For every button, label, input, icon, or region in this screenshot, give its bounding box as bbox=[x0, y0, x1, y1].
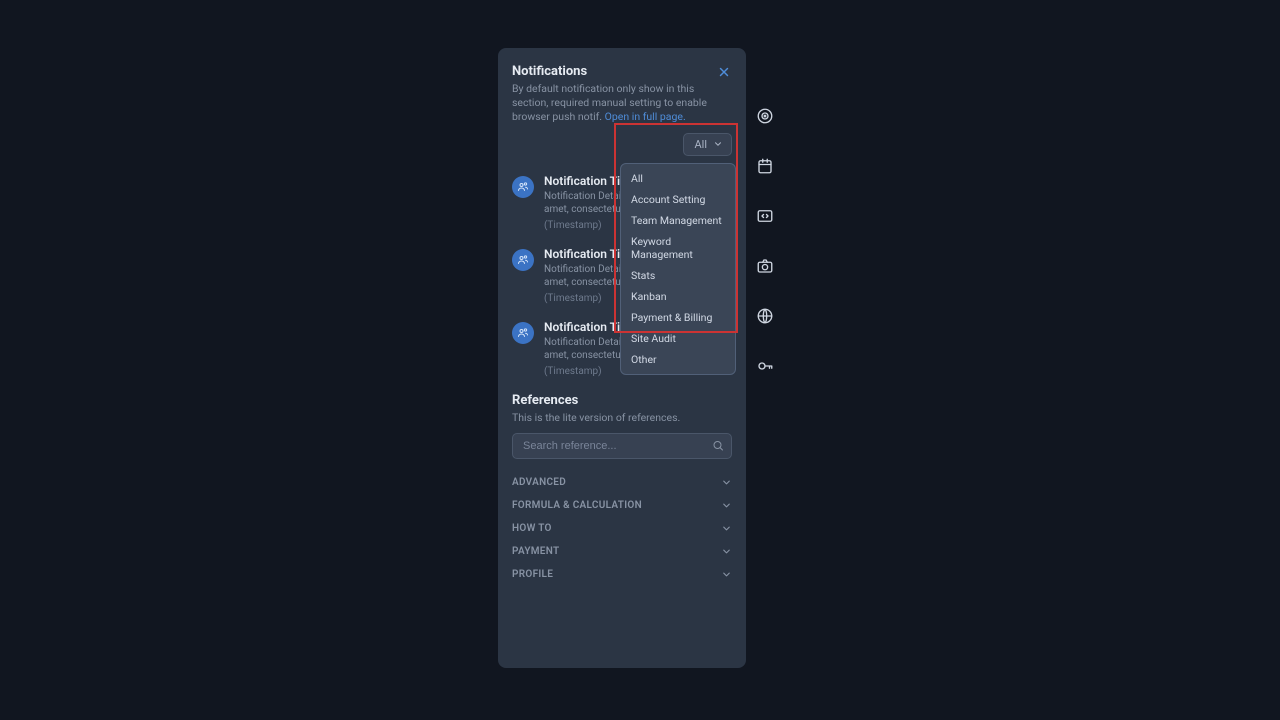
side-panel: Notifications By default notification on… bbox=[498, 48, 746, 668]
reference-categories: ADVANCED FORMULA & CALCULATION HOW TO PA… bbox=[512, 471, 732, 586]
reference-category[interactable]: PROFILE bbox=[512, 563, 732, 586]
dropdown-item[interactable]: All bbox=[621, 168, 735, 189]
filter-dropdown: AllAccount SettingTeam ManagementKeyword… bbox=[620, 163, 736, 375]
chevron-down-icon bbox=[721, 500, 732, 511]
chevron-down-icon bbox=[721, 477, 732, 488]
icon-rail bbox=[748, 48, 782, 380]
close-icon bbox=[717, 65, 731, 79]
dropdown-item[interactable]: Site Audit bbox=[621, 328, 735, 349]
notifications-description: By default notification only show in thi… bbox=[512, 82, 732, 125]
open-full-page-link[interactable]: Open in full page. bbox=[605, 110, 686, 123]
dropdown-item[interactable]: Payment & Billing bbox=[621, 307, 735, 328]
references-heading: References bbox=[512, 393, 732, 408]
chevron-down-icon bbox=[713, 139, 723, 149]
reference-category-label: PROFILE bbox=[512, 569, 553, 580]
target-button[interactable] bbox=[751, 102, 779, 130]
filter-button[interactable]: All bbox=[683, 133, 732, 156]
globe-button[interactable] bbox=[751, 302, 779, 330]
close-button[interactable] bbox=[714, 62, 734, 82]
chevron-down-icon bbox=[721, 569, 732, 580]
reference-category-label: ADVANCED bbox=[512, 477, 566, 488]
calendar-icon bbox=[756, 157, 774, 175]
reference-category[interactable]: PAYMENT bbox=[512, 540, 732, 563]
chevron-down-icon bbox=[721, 546, 732, 557]
user-icon bbox=[517, 327, 529, 339]
target-icon bbox=[756, 107, 774, 125]
reference-category[interactable]: HOW TO bbox=[512, 517, 732, 540]
code-icon bbox=[756, 207, 774, 225]
reference-category[interactable]: ADVANCED bbox=[512, 471, 732, 494]
camera-icon bbox=[756, 257, 774, 275]
avatar bbox=[512, 249, 534, 271]
dropdown-item[interactable]: Keyword Management bbox=[621, 231, 735, 265]
reference-category-label: FORMULA & CALCULATION bbox=[512, 500, 642, 511]
chevron-down-icon bbox=[721, 523, 732, 534]
globe-icon bbox=[756, 307, 774, 325]
notifications-heading: Notifications bbox=[512, 64, 732, 79]
dropdown-item[interactable]: Account Setting bbox=[621, 189, 735, 210]
key-icon bbox=[756, 357, 774, 375]
avatar bbox=[512, 176, 534, 198]
key-button[interactable] bbox=[751, 352, 779, 380]
dropdown-item[interactable]: Kanban bbox=[621, 286, 735, 307]
user-icon bbox=[517, 181, 529, 193]
calendar-button[interactable] bbox=[751, 152, 779, 180]
code-button[interactable] bbox=[751, 202, 779, 230]
search-input[interactable] bbox=[512, 433, 732, 459]
avatar bbox=[512, 322, 534, 344]
user-icon bbox=[517, 254, 529, 266]
camera-button[interactable] bbox=[751, 252, 779, 280]
references-description: This is the lite version of references. bbox=[512, 411, 732, 425]
reference-category-label: PAYMENT bbox=[512, 546, 559, 557]
reference-category-label: HOW TO bbox=[512, 523, 552, 534]
reference-category[interactable]: FORMULA & CALCULATION bbox=[512, 494, 732, 517]
filter-row: All AllAccount SettingTeam ManagementKey… bbox=[512, 133, 732, 156]
dropdown-item[interactable]: Other bbox=[621, 349, 735, 370]
dropdown-item[interactable]: Team Management bbox=[621, 210, 735, 231]
filter-label: All bbox=[694, 138, 707, 151]
dropdown-item[interactable]: Stats bbox=[621, 265, 735, 286]
